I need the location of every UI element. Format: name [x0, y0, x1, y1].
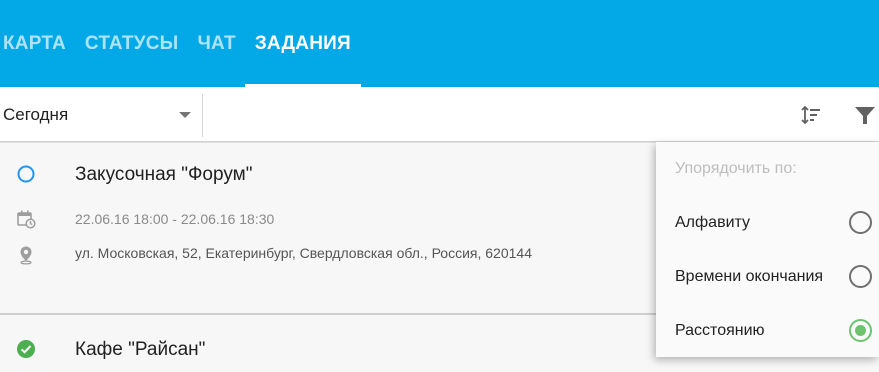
sort-option-distance[interactable]: Расстоянию — [656, 311, 879, 351]
location-pin-icon — [20, 246, 32, 265]
sort-button[interactable] — [791, 87, 831, 142]
sort-menu: Упорядочить по: Алфавиту Времени окончан… — [656, 142, 879, 357]
tab-chat[interactable]: ЧАТ — [197, 0, 244, 87]
task-title: Кафе "Райсан" — [75, 339, 206, 360]
sort-option-label: Времени окончания — [675, 268, 824, 285]
tab-statuses[interactable]: СТАТУСЫ — [85, 0, 198, 87]
sort-option-label: Расстоянию — [675, 322, 765, 339]
sort-option-end-time[interactable]: Времени окончания — [656, 257, 879, 297]
sort-option-label: Алфавиту — [675, 214, 751, 231]
radio-button-selected[interactable] — [849, 319, 872, 342]
dropdown-arrow-icon — [179, 112, 191, 118]
date-filter-value: Сегодня — [3, 104, 69, 124]
app-bar: КАРТА СТАТУСЫ ЧАТ ЗАДАНИЯ — [0, 0, 879, 87]
toolbar: Сегодня — [0, 87, 879, 142]
open-status-icon — [17, 165, 35, 183]
toolbar-divider — [202, 94, 203, 137]
sort-option-alphabet[interactable]: Алфавиту — [656, 203, 879, 243]
filter-button[interactable] — [845, 87, 879, 142]
task-address: ул. Московская, 52, Екатеринбург, Свердл… — [75, 245, 532, 261]
sort-menu-title: Упорядочить по: — [675, 160, 797, 177]
date-filter-select[interactable]: Сегодня — [0, 87, 203, 142]
sort-icon — [801, 105, 820, 124]
task-title: Закусочная "Форум" — [75, 164, 253, 185]
calendar-clock-icon — [17, 210, 36, 229]
tab-bar: КАРТА СТАТУСЫ ЧАТ ЗАДАНИЯ — [0, 0, 361, 87]
radio-button[interactable] — [849, 265, 872, 288]
task-time: 22.06.16 18:00 - 22.06.16 18:30 — [75, 211, 275, 227]
filter-icon — [855, 106, 875, 124]
tab-map[interactable]: КАРТА — [0, 0, 85, 87]
radio-button[interactable] — [849, 211, 872, 234]
tab-tasks[interactable]: ЗАДАНИЯ — [244, 0, 361, 87]
check-circle-icon — [17, 340, 35, 358]
